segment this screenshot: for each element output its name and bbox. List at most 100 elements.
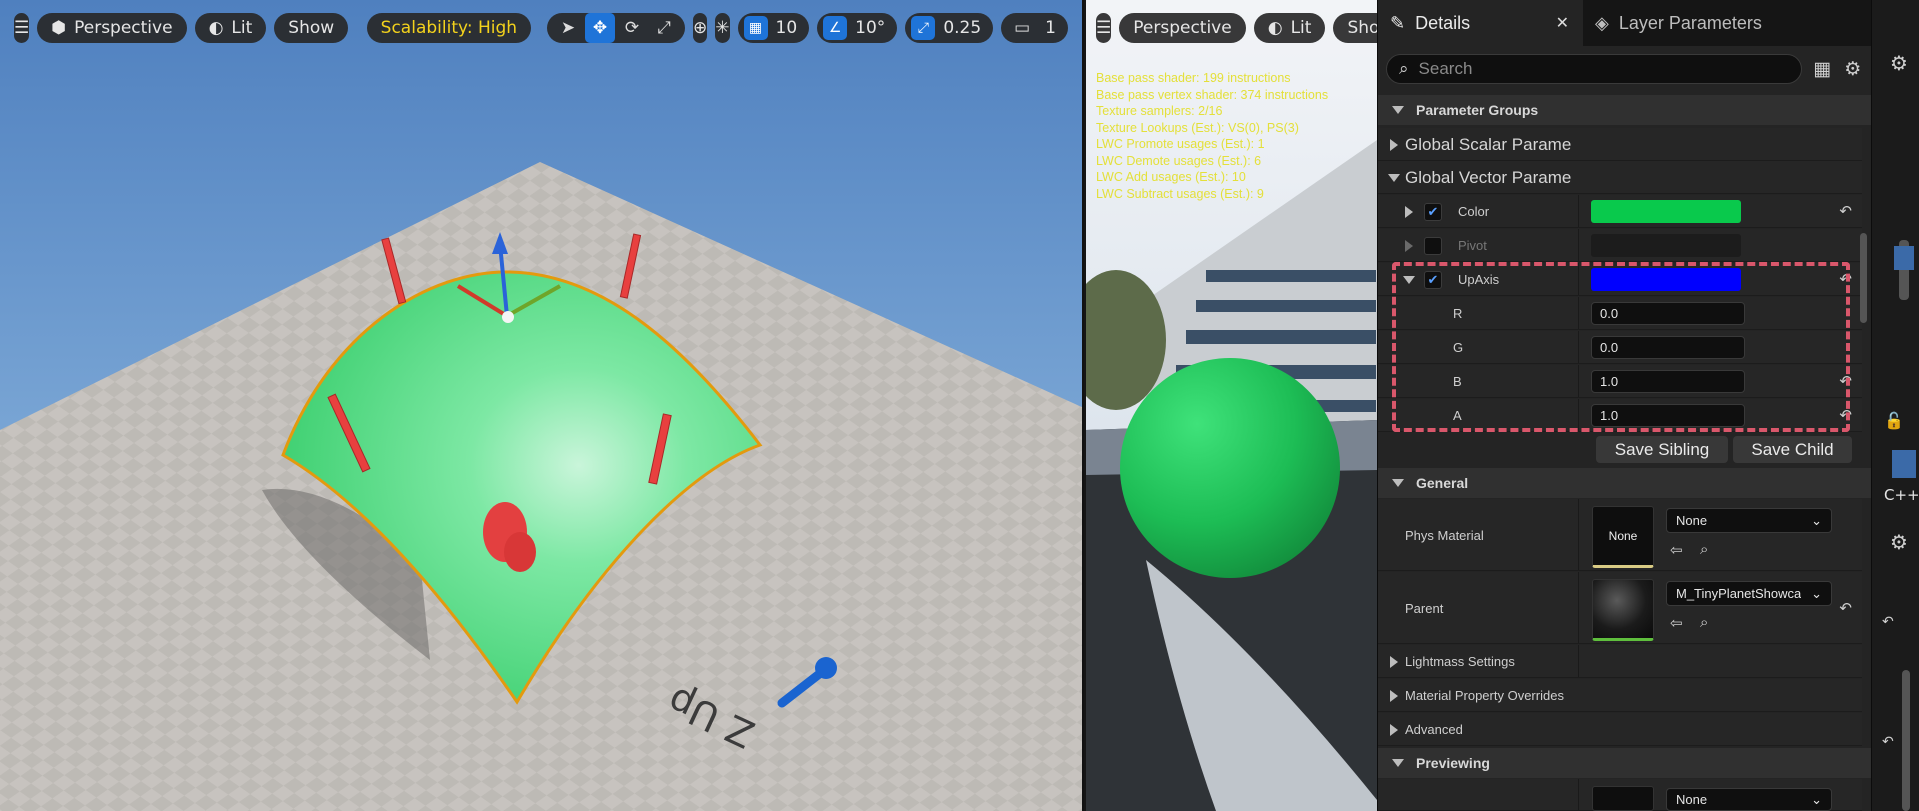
tab-layer-parameters-label: Layer Parameters — [1618, 12, 1762, 33]
layers-icon: ◈ — [1595, 12, 1609, 33]
scalability-button[interactable]: Scalability: High — [366, 13, 532, 43]
save-sibling-button[interactable]: Save Sibling — [1596, 436, 1728, 463]
pivot-swatch[interactable] — [1591, 234, 1741, 257]
editor-root: Z Up ☰ ⬢ Perspective ◐ Lit Show Scalabil… — [0, 0, 1919, 811]
chevron-right-icon[interactable] — [1405, 239, 1413, 252]
viewport-toolbar: ☰ ⬢ Perspective ◐ Lit Show Scalability: … — [0, 0, 1082, 56]
details-scrollbar[interactable] — [1860, 233, 1867, 323]
lock-icon[interactable]: 🔓 — [1884, 411, 1904, 430]
perspective-button[interactable]: ⬢ Perspective — [37, 13, 187, 43]
reset-icon[interactable]: ↶ — [1882, 614, 1894, 630]
chevron-down-icon — [1388, 173, 1400, 182]
surface-snap-button[interactable]: ✳ — [715, 13, 730, 43]
advanced-label: Advanced — [1405, 722, 1463, 737]
reset-icon[interactable]: ↶ — [1839, 202, 1852, 220]
global-scalar-group[interactable]: Global Scalar Parame — [1378, 128, 1862, 161]
table-view-icon[interactable]: ▦ — [1812, 57, 1833, 81]
browse-icon[interactable]: ⌕ — [1700, 614, 1708, 631]
gear-icon[interactable]: ⚙ — [1890, 530, 1908, 554]
search-icon: ⌕ — [1399, 59, 1409, 78]
select-arrow-icon[interactable]: ➤ — [553, 13, 583, 43]
gear-icon[interactable]: ⚙ — [1890, 51, 1908, 75]
use-selected-icon[interactable]: ⇦ — [1670, 614, 1683, 632]
right-side-panel: ⚙ 🔓 C++ ⚙ ↶ ↶ — [1871, 0, 1919, 811]
channel-g-field[interactable]: 0.0 — [1591, 336, 1745, 359]
sphere-icon: ◐ — [1267, 18, 1283, 38]
grid-snap-group[interactable]: ▦ 10 — [737, 13, 810, 43]
color-swatch[interactable] — [1591, 200, 1741, 223]
globe-icon: ⊕ — [693, 18, 708, 38]
advanced-row[interactable]: Advanced — [1378, 713, 1862, 746]
reset-icon[interactable]: ↶ — [1839, 406, 1852, 424]
reset-icon[interactable]: ↶ — [1882, 734, 1894, 750]
viewport-menu-button[interactable]: ☰ — [14, 13, 30, 43]
channel-r-field[interactable]: 0.0 — [1591, 302, 1745, 325]
show-button[interactable]: Show — [274, 13, 349, 43]
camera-speed-group[interactable]: ▭ 1 — [1001, 13, 1068, 43]
gear-icon[interactable]: ⚙ — [1843, 57, 1864, 81]
preview-show-button[interactable]: Show — [1333, 13, 1377, 43]
browse-icon[interactable]: ⌕ — [1700, 541, 1708, 558]
channel-a-field[interactable]: 1.0 — [1591, 404, 1745, 427]
scale-snap-group[interactable]: ⤢ 0.25 — [905, 13, 994, 43]
chevron-right-icon — [1390, 138, 1398, 151]
use-selected-icon[interactable]: ⇦ — [1670, 541, 1683, 559]
preview-perspective-button[interactable]: Perspective — [1119, 13, 1246, 43]
reset-icon[interactable]: ↶ — [1839, 599, 1852, 617]
chevron-down-icon: ⌄ — [1811, 512, 1822, 528]
phys-material-thumbnail[interactable]: None — [1592, 506, 1654, 568]
color-label: Color — [1458, 204, 1490, 219]
chevron-right-icon[interactable] — [1405, 205, 1413, 218]
global-scalar-label: Global Scalar Parame — [1405, 134, 1572, 154]
rotation-snap-group[interactable]: ∠ 10° — [817, 13, 898, 43]
scale-icon[interactable]: ⤢ — [649, 13, 679, 43]
parent-combo-value: M_TinyPlanetShowca — [1676, 586, 1802, 601]
channel-row-g: G 0.0 — [1378, 331, 1862, 364]
reset-icon[interactable]: ↶ — [1839, 270, 1852, 288]
lightmass-settings-row[interactable]: Lightmass Settings — [1378, 645, 1862, 678]
material-preview-viewport[interactable]: ☰ Perspective ◐ Lit Show Base pass shade… — [1086, 0, 1377, 811]
tab-layer-parameters[interactable]: ◈ Layer Parameters — [1583, 0, 1774, 46]
general-header[interactable]: General — [1378, 468, 1872, 498]
side-scrollbar[interactable] — [1902, 670, 1910, 811]
world-local-button[interactable]: ⊕ — [693, 13, 708, 43]
global-vector-group[interactable]: Global Vector Parame — [1378, 161, 1862, 194]
parameter-groups-header[interactable]: Parameter Groups — [1378, 95, 1872, 125]
parent-combo[interactable]: M_TinyPlanetShowca ⌄ — [1666, 581, 1832, 606]
color-checkbox[interactable]: ✔ — [1424, 202, 1442, 221]
stat-line: LWC Subtract usages (Est.): 9 — [1096, 186, 1264, 201]
phys-material-combo[interactable]: None ⌄ — [1666, 508, 1832, 533]
preview-menu-button[interactable]: ☰ — [1096, 13, 1112, 43]
channel-row-a: A 1.0 ↶ — [1378, 399, 1862, 432]
preview-lit-button[interactable]: ◐ Lit — [1253, 13, 1326, 43]
reset-icon[interactable]: ↶ — [1839, 372, 1852, 390]
details-tab-strip: ✎ Details ✕ ◈ Layer Parameters — [1378, 0, 1871, 46]
previewing-header[interactable]: Previewing — [1378, 748, 1872, 778]
upaxis-swatch[interactable] — [1591, 268, 1741, 291]
rotate-icon[interactable]: ⟳ — [617, 13, 647, 43]
parent-thumbnail[interactable] — [1592, 579, 1654, 641]
chevron-down-icon — [1392, 479, 1404, 487]
main-viewport[interactable]: Z Up ☰ ⬢ Perspective ◐ Lit Show Scalabil… — [0, 0, 1084, 811]
channel-row-r: R 0.0 — [1378, 297, 1862, 330]
side-selection — [1894, 246, 1914, 270]
tab-details[interactable]: ✎ Details ✕ — [1378, 0, 1583, 46]
pivot-checkbox[interactable] — [1424, 236, 1442, 255]
lit-button[interactable]: ◐ Lit — [194, 13, 267, 43]
preview-combo[interactable]: None ⌄ — [1666, 788, 1832, 811]
material-property-overrides-row[interactable]: Material Property Overrides — [1378, 679, 1862, 712]
close-icon[interactable]: ✕ — [1556, 13, 1569, 33]
stat-line: LWC Add usages (Est.): 10 — [1096, 170, 1246, 184]
channel-b-field[interactable]: 1.0 — [1591, 370, 1745, 393]
search-input[interactable] — [1418, 59, 1789, 79]
upaxis-checkbox[interactable]: ✔ — [1424, 270, 1442, 289]
lightmass-label: Lightmass Settings — [1405, 654, 1515, 669]
phys-thumb-text: None — [1608, 529, 1638, 543]
translate-icon[interactable]: ✥ — [585, 13, 616, 43]
channel-label: B — [1453, 374, 1462, 389]
preview-thumbnail[interactable] — [1592, 786, 1654, 811]
channel-label: R — [1453, 306, 1463, 321]
chevron-down-icon[interactable] — [1403, 275, 1415, 284]
save-child-button[interactable]: Save Child — [1733, 436, 1852, 463]
search-box[interactable]: ⌕ — [1386, 54, 1802, 84]
